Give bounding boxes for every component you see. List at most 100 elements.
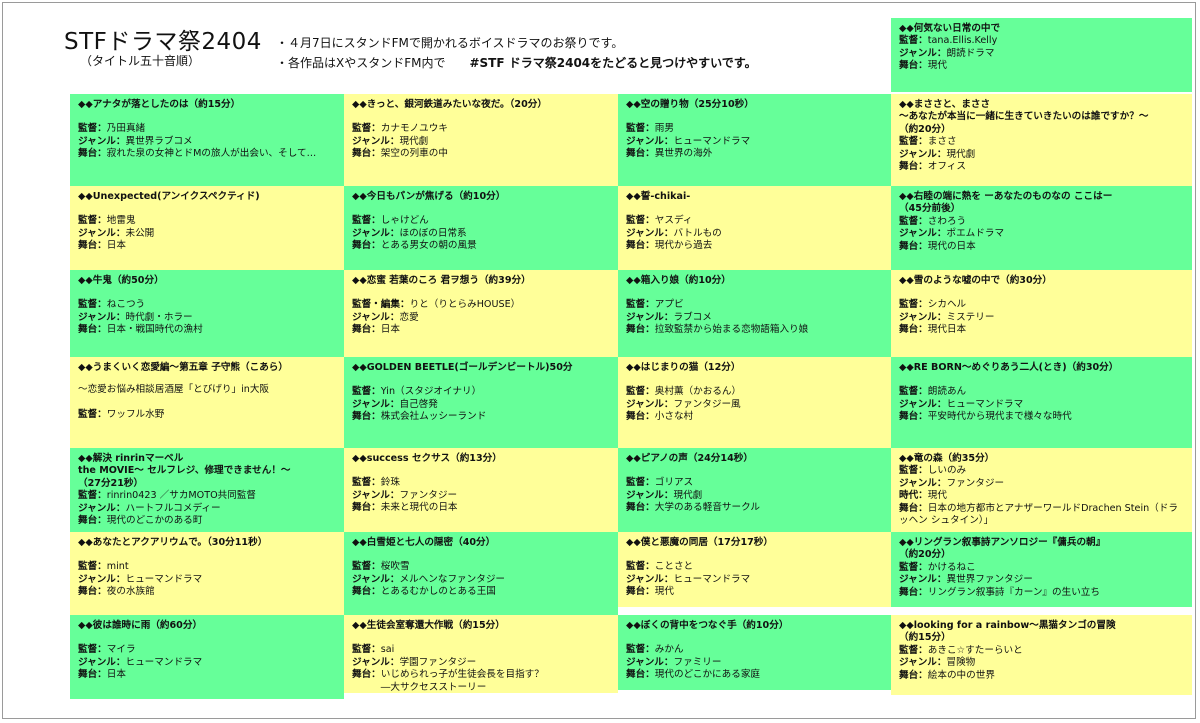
detail-key: 監督： [626, 123, 655, 135]
drama-detail-row: 監督：ヤスディ [626, 215, 885, 227]
detail-value: ファンタジー [399, 489, 458, 501]
page-title: STFドラマ祭2404 [64, 29, 262, 55]
detail-value: しゃけどん [380, 215, 429, 227]
detail-value: 現代劇 [399, 135, 429, 147]
drama-detail-row: 舞台：平安時代から現代まで様々な時代 [899, 411, 1186, 423]
drama-title: ◆◆RE BORN～めぐりあう二人(とき)（約30分） [899, 362, 1119, 373]
drama-title: ◆◆恋蜜 若葉のころ 君ヲ想う（約39分） [352, 275, 531, 286]
drama-card: ◆◆何気ない日常の中で 監督：tana.Ellis.Kelly ジャンル：朗読ドラマ… [891, 18, 1192, 92]
drama-title: ◆◆今日もパンが焦げる（約10分） [352, 191, 506, 202]
drama-title: ◆◆あなたとアクアリウムで。（30分11秒） [78, 537, 268, 548]
detail-value: 鈴珠 [380, 477, 400, 489]
detail-key: 監督： [352, 561, 381, 573]
detail-value: いじめられっ子が生徒会長を目指す？ ―大サクセスストーリー [380, 669, 544, 693]
drama-detail-row: 監督：みかん [626, 644, 885, 656]
drama-detail-row: 舞台：オフィス [899, 161, 1186, 173]
detail-key: ジャンル： [78, 135, 126, 147]
drama-card: ◆◆まささと、まささ ～あなたが本当に一緒に生きていきたいのは誰ですか？～ （約… [891, 94, 1192, 186]
drama-card: ◆◆あなたとアクアリウムで。（30分11秒） 監督：mint ジャンル：ヒューマンド… [70, 532, 344, 615]
drama-card: ◆◆Unexpected(アンイクスペクティド) 監督：地雷鬼 ジャンル：未公開 舞台… [70, 186, 344, 270]
drama-detail-row: ジャンル：ファンタジー [352, 490, 612, 502]
drama-title: ◆◆Unexpected(アンイクスペクティド) [78, 191, 260, 202]
drama-detail-row: ジャンル：ほのぼの日常系 [352, 228, 612, 240]
detail-key: 舞台： [899, 324, 928, 336]
detail-value: 現代の日本 [927, 240, 976, 252]
detail-value: バトルもの [673, 227, 722, 239]
detail-key: 監督： [352, 644, 381, 656]
detail-value: 恋愛 [399, 311, 419, 323]
drama-card: ◆◆success セクサス（約13分） 監督：鈴珠 ジャンル：ファンタジー 舞台：未… [344, 448, 618, 532]
detail-key: 監督： [626, 644, 655, 656]
drama-detail-row: ジャンル：学園ファンタジー [352, 657, 612, 669]
drama-detail-row: 舞台：現代から過去 [626, 240, 885, 252]
note-date: ・４月7日にスタンドFMで開かれるボイスドラマのお祭りです。 [276, 36, 624, 50]
drama-detail-row: ジャンル：ポエムドラマ [899, 228, 1186, 240]
detail-value: 現代 [654, 586, 674, 598]
detail-key: 舞台： [899, 502, 928, 514]
detail-key: 監督： [626, 477, 655, 489]
detail-value: ラブコメ [673, 311, 712, 323]
detail-key: ジャンル： [626, 489, 674, 501]
detail-value: tana.Ellis.Kelly [927, 35, 998, 47]
detail-value: 未公開 [125, 227, 155, 239]
detail-key: 監督： [899, 35, 928, 47]
drama-detail-row: 舞台：架空の列車の中 [352, 148, 612, 160]
drama-title: ◆◆アナタが落としたのは（約15分） [78, 99, 241, 110]
detail-value: リングラン叙事詩『カーン』の生い立ち [927, 586, 1100, 598]
detail-value: 夜の水族館 [106, 586, 155, 598]
drama-detail-row: 舞台：大学のある軽音サークル [626, 502, 885, 514]
detail-key: 舞台： [899, 586, 928, 598]
detail-key: ジャンル： [899, 148, 947, 160]
note-hashtag: ・各作品はXやスタンドFM内で #STF ドラマ祭2404をたどると見つけやすいで… [276, 56, 757, 70]
drama-title: ◆◆解決 rinrinマーベル the MOVIE～ セルフレジ、修理できません… [78, 453, 291, 489]
detail-value: 絵本の中の世界 [927, 669, 995, 681]
detail-value: 現代のどこかにある家庭 [654, 669, 761, 681]
drama-detail-row: 監督：雨男 [626, 123, 885, 135]
detail-key: 舞台： [899, 161, 928, 173]
detail-key: 監督： [352, 477, 381, 489]
detail-value: とある男女の朝の風景 [380, 240, 477, 252]
detail-value: ファンタジー [946, 477, 1005, 489]
drama-description: ～恋愛お悩み相談居酒屋「とびげり」in大阪 [78, 384, 270, 396]
drama-card: ◆◆誓-chikai- 監督：ヤスディ ジャンル：バトルもの 舞台：現代から過去 [618, 186, 891, 270]
detail-value: ヒューマンドラマ [673, 573, 751, 585]
detail-value: ヒューマンドラマ [125, 656, 203, 668]
detail-value: ミステリー [946, 311, 995, 323]
detail-value: ファミリー [673, 656, 722, 668]
detail-value: 平安時代から現代まで様々な時代 [927, 411, 1072, 423]
drama-title: ◆◆looking for a rainbow～黒猫タンゴの冒険 （約15分） [899, 620, 1116, 644]
detail-value: みかん [654, 644, 684, 656]
detail-key: ジャンル： [352, 489, 400, 501]
drama-detail-row: 監督：mint [78, 561, 338, 573]
detail-value: とあるむかしのとある王国 [380, 586, 496, 598]
hashtag-text: #STF ドラマ祭2404をたどると見つけやすいです。 [469, 56, 757, 70]
detail-key: 監督： [899, 561, 928, 573]
detail-value: ハートフルコメディー [125, 502, 221, 514]
detail-value: 地雷鬼 [106, 215, 136, 227]
detail-key: ジャンル： [78, 311, 126, 323]
drama-card: ◆◆looking for a rainbow～黒猫タンゴの冒険 （約15分）監… [891, 615, 1192, 695]
drama-detail-row: ジャンル：現代劇 [352, 136, 612, 148]
drama-detail-row: 監督：奥村薫（かおるん） [626, 386, 885, 398]
detail-value: ほのぼの日常系 [399, 227, 467, 239]
detail-value: ヒューマンドラマ [125, 573, 203, 585]
drama-detail-row: 舞台：小さな村 [626, 411, 885, 423]
detail-key: ジャンル： [626, 311, 674, 323]
drama-detail-row: 監督：朗読あん [899, 386, 1186, 398]
detail-key: ジャンル： [352, 398, 400, 410]
detail-key: 監督： [899, 215, 928, 227]
drama-card: ◆◆白雪姫と七人の隠密（40分） 監督：桜吹雪 ジャンル：メルヘンなファンタジー 舞台… [344, 532, 618, 615]
drama-title: ◆◆雪のような嘘の中で（約30分） [899, 275, 1052, 286]
drama-detail-row: 監督・編集：りと（りとらみHOUSE） [352, 299, 612, 311]
drama-card: ◆◆雪のような嘘の中で（約30分） 監督：シカヘル ジャンル：ミステリー 舞台：現代日… [891, 270, 1192, 357]
detail-key: ジャンル： [352, 227, 400, 239]
detail-key: 監督： [78, 408, 107, 420]
drama-detail-row: ジャンル：異世界ラブコメ [78, 136, 338, 148]
drama-detail-row: 監督：ワッフル水野 [78, 409, 338, 421]
drama-card: ◆◆アナタが落としたのは（約15分） 監督：乃田真緒 ジャンル：異世界ラブコメ 舞台：… [70, 94, 344, 186]
detail-key: 舞台： [899, 669, 928, 681]
drama-title: ◆◆箱入り娘（約10分） [626, 275, 731, 286]
drama-detail-row: 監督：ゴリアス [626, 477, 885, 489]
drama-detail-row: 監督：tana.Ellis.Kelly [899, 35, 1186, 47]
drama-detail-row: 監督：まささ [899, 136, 1186, 148]
